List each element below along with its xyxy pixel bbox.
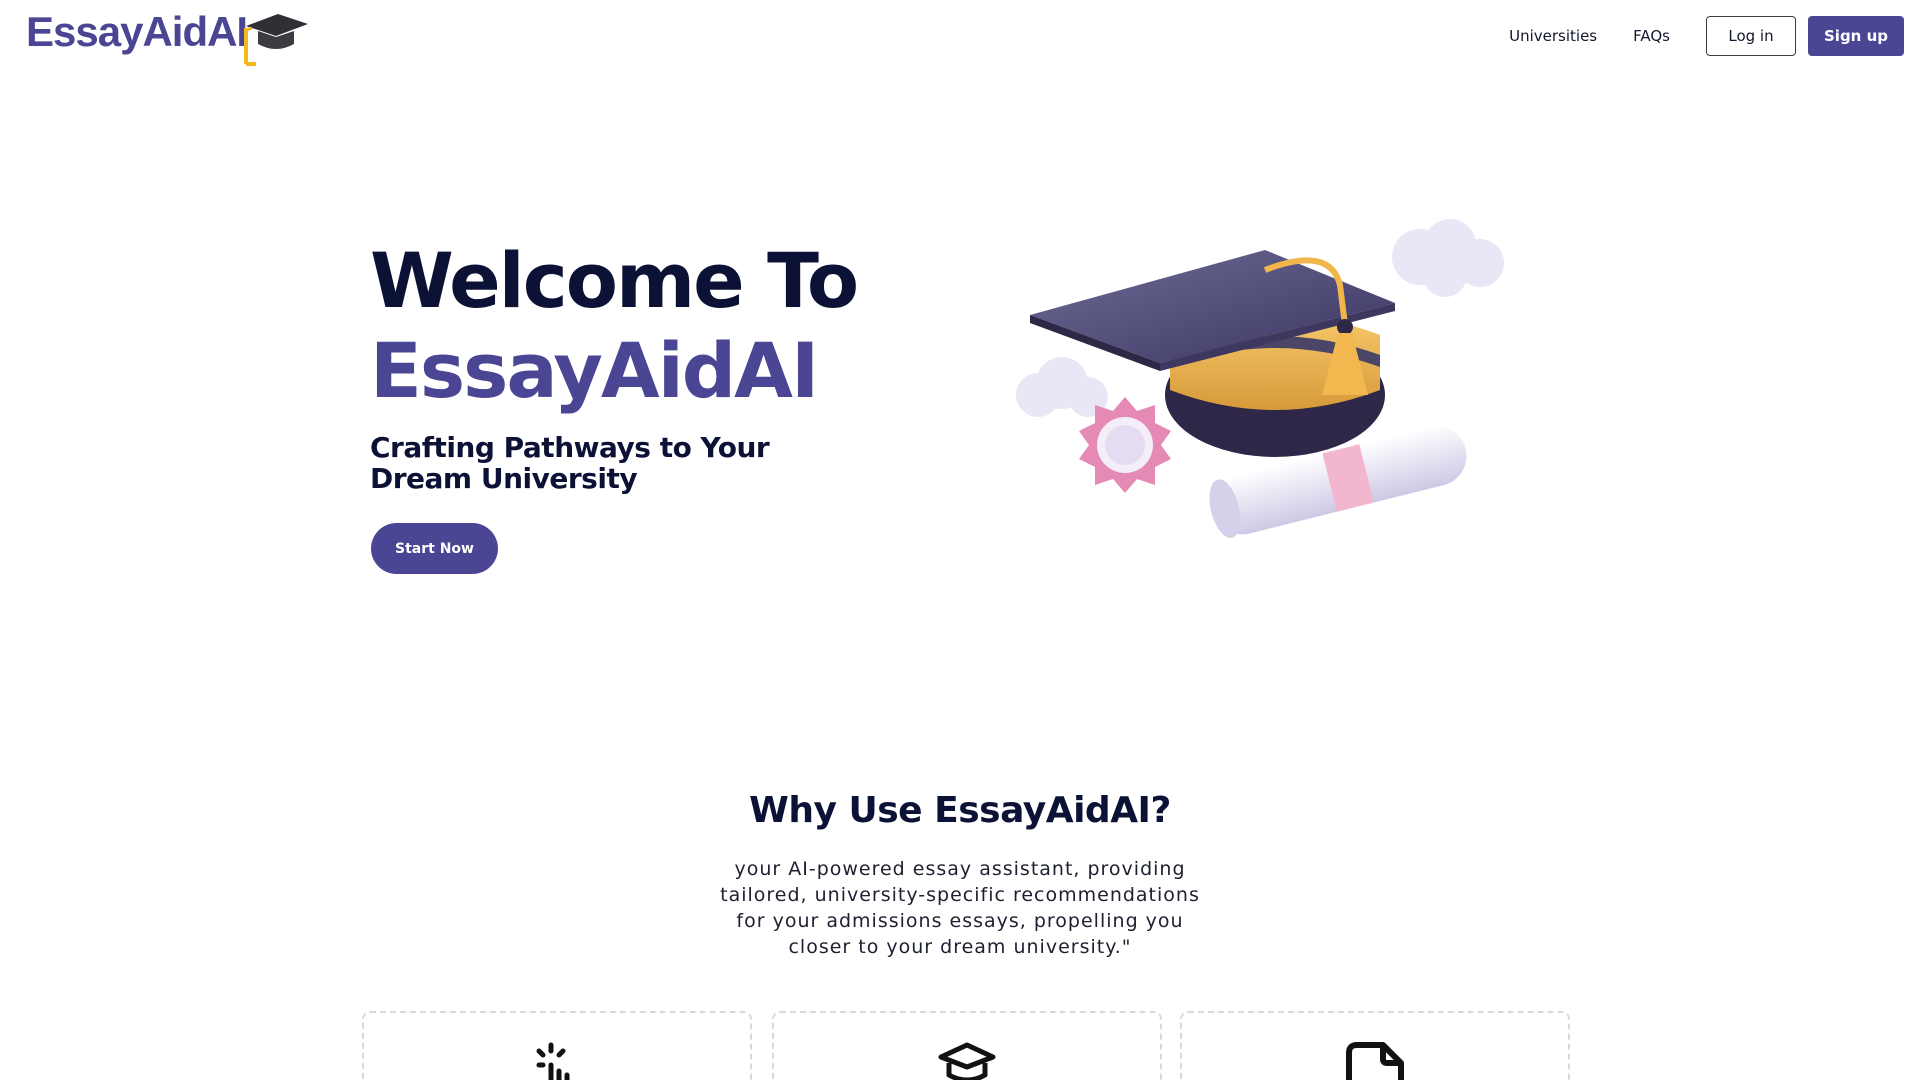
login-button[interactable]: Log in (1706, 16, 1796, 56)
feature-card (1180, 1011, 1570, 1080)
feature-card (362, 1011, 752, 1080)
start-now-button[interactable]: Start Now (371, 523, 498, 574)
signup-button[interactable]: Sign up (1808, 16, 1904, 56)
hero-subtitle: Crafting Pathways to Your Dream Universi… (370, 431, 770, 495)
hero-title-line1: Welcome To (370, 236, 859, 325)
nav-faqs-link[interactable]: FAQs (1633, 27, 1670, 45)
feature-card (772, 1011, 1162, 1080)
document-icon (1346, 1042, 1404, 1080)
nav-universities-link[interactable]: Universities (1509, 27, 1597, 45)
hero-title-line2: EssayAidAI (370, 326, 819, 415)
why-description: your AI-powered essay assistant, providi… (720, 858, 1200, 958)
graduation-cap-diploma-illustration (1016, 219, 1504, 539)
university-building-icon (938, 1042, 996, 1080)
why-title: Why Use EssayAidAI? (749, 790, 1171, 831)
top-nav: Universities FAQs Log in Sign up (1509, 16, 1904, 56)
graduation-cap-icon (244, 14, 308, 66)
page: EssayAidAI Universities FAQs Log in Sign… (0, 0, 1920, 1080)
click-pointer-icon (536, 1042, 570, 1080)
hero-title: Welcome To EssayAidAI (370, 236, 859, 416)
logo-text[interactable]: EssayAidAI (26, 8, 248, 56)
